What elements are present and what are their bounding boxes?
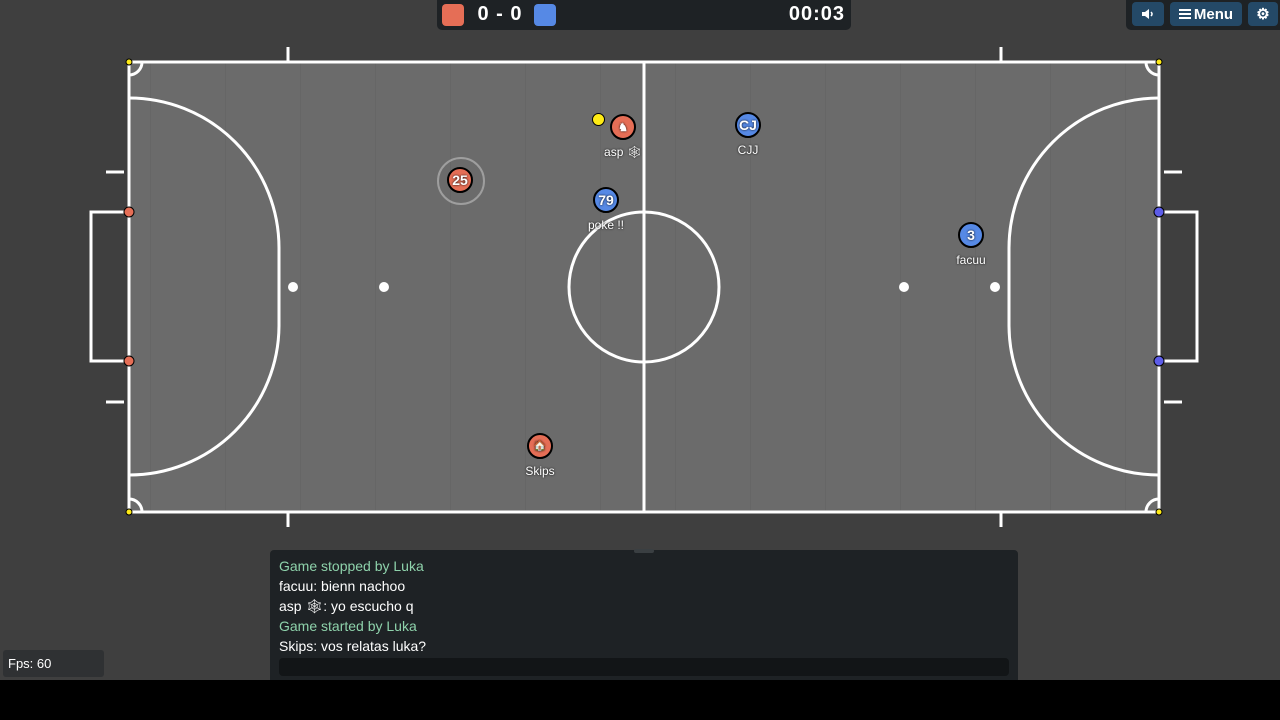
chat-message: Skips: vos relatas luka? (279, 638, 427, 654)
player-name: facuu (956, 253, 986, 267)
player-name: asp 🕸 (604, 145, 642, 159)
game-clock: 00:03 (788, 3, 845, 25)
chat-message: Game stopped by Luka (279, 558, 424, 574)
menu-label: Menu (1193, 5, 1234, 23)
right-goal-post-bottom (1153, 355, 1165, 367)
right-goal-post-top (1153, 206, 1165, 218)
scoreboard: 0 - 0 00:03 (437, 0, 851, 30)
player-disc: 25 (447, 167, 473, 193)
player-avatar: 79 (598, 192, 614, 208)
settings-button[interactable]: ⚙ (1248, 2, 1278, 26)
left-goal-post-bottom (123, 355, 135, 367)
speaker-icon (1142, 9, 1153, 19)
player-avatar: 🏠 (533, 440, 547, 452)
player-avatar: 25 (452, 172, 468, 188)
game-area: ♞ asp 🕸 CJ CJJ 25 79 poke !! 3 facuu 🏠 S… (0, 0, 1280, 680)
chat-log: Game stopped by Luka facuu: bienn nachoo… (279, 556, 426, 656)
right-goal (1159, 210, 1199, 363)
chat-resize-handle[interactable] (634, 549, 654, 553)
player-name: poke !! (587, 218, 625, 232)
score: 0 - 0 (477, 3, 523, 25)
blue-team-swatch (534, 4, 556, 26)
top-controls: Menu ⚙ (1126, 0, 1280, 30)
gear-icon: ⚙ (1256, 6, 1270, 23)
player-name: Skips (525, 464, 555, 478)
player-disc: 🏠 (527, 433, 553, 459)
left-goal-post-top (123, 206, 135, 218)
player-disc: CJ (735, 112, 761, 138)
chat-box: Game stopped by Luka facuu: bienn nachoo… (270, 549, 1018, 680)
chat-input[interactable] (279, 658, 1009, 676)
menu-button[interactable]: Menu (1170, 2, 1242, 26)
player-avatar: 3 (967, 227, 975, 243)
fps-counter: Fps: 60 (3, 650, 104, 677)
left-goal (89, 210, 129, 363)
player-avatar: CJ (739, 117, 757, 133)
red-team-swatch (442, 4, 464, 26)
player-avatar: ♞ (618, 121, 628, 134)
chat-message: asp 🕸: yo escucho q (279, 598, 414, 614)
chat-message: Game started by Luka (279, 618, 417, 634)
player-name: CJJ (737, 143, 759, 157)
ball (592, 113, 605, 126)
player-disc: ♞ (610, 114, 636, 140)
hamburger-icon (1178, 7, 1191, 21)
sound-button[interactable] (1132, 2, 1164, 26)
player-disc: 3 (958, 222, 984, 248)
chat-message: facuu: bienn nachoo (279, 578, 406, 594)
player-disc: 79 (593, 187, 619, 213)
